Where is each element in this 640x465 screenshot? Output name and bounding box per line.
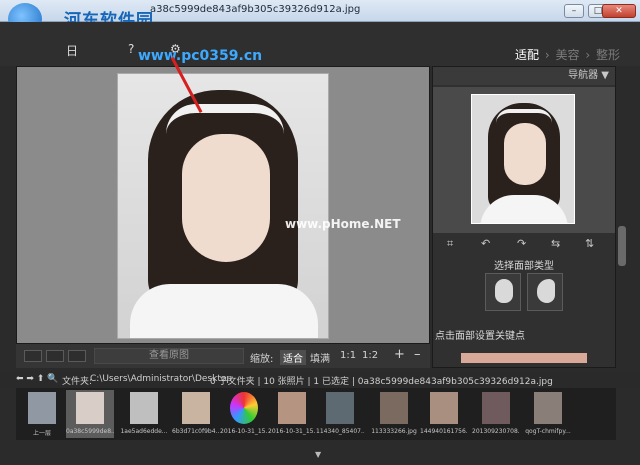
folder-up-icon [28, 392, 56, 424]
right-panel: 导航器 ▼ ⌗ ↶ ↷ ⇆ ⇅ 选择面部类型 点击面部设置关键点 [432, 66, 616, 368]
film-item[interactable]: 2016-10-31_15... [268, 390, 316, 438]
film-thumbnail [278, 392, 306, 424]
film-item[interactable]: 114340_85407... [316, 390, 364, 438]
photo-headband [166, 104, 284, 134]
head-front-icon [495, 279, 513, 303]
face-side-button[interactable] [527, 273, 563, 311]
skin-tone-bar[interactable] [461, 353, 587, 363]
film-item[interactable]: 201309230708... [472, 390, 520, 438]
face-type-label: 选择面部类型 [494, 261, 554, 272]
image-watermark: www.pHome.NET [285, 217, 401, 231]
thumb-face [504, 123, 546, 185]
film-label: 上一层 [32, 430, 51, 437]
fill-button[interactable]: 填满 [310, 350, 330, 365]
mode-separator: › [544, 48, 550, 62]
film-label: 114340_85407... [316, 428, 364, 435]
film-label: qogT-chmifpy... [525, 428, 571, 435]
film-label: 2016-10-31_15... [220, 428, 268, 435]
film-thumbnail [76, 392, 104, 424]
split-view-icon[interactable] [46, 350, 64, 362]
path-bar: ⬅ ➡ ⬆ 🔍 文件夹: C:\Users\Administrator\Desk… [0, 372, 640, 388]
mode-separator: › [585, 48, 591, 62]
film-thumbnail [326, 392, 354, 424]
rotate-right-icon[interactable]: ↷ [517, 237, 526, 250]
zoom-in-button[interactable]: + [394, 347, 405, 362]
film-thumbnail [380, 392, 408, 424]
film-label: 144940161756... [420, 428, 468, 435]
rotate-left-icon[interactable]: ↶ [481, 237, 490, 250]
film-item[interactable]: 6b3d71c0f9b4... [172, 390, 220, 438]
film-thumbnail [534, 392, 562, 424]
head-side-icon [537, 279, 555, 303]
film-item[interactable]: 2016-10-31_15... [220, 390, 268, 438]
filmstrip: 上一层 0a38c5999de8... 1ae5ad6edde... 6b3d7… [16, 388, 616, 440]
flip-vertical-icon[interactable]: ⇅ [585, 237, 594, 250]
film-item[interactable]: 1ae5ad6edde... [120, 390, 168, 438]
compare-view-icon[interactable] [68, 350, 86, 362]
film-thumbnail [482, 392, 510, 424]
thumb-headband [496, 109, 552, 123]
film-thumbnail [182, 392, 210, 424]
film-item[interactable]: 0a38c5999de8... [66, 390, 114, 438]
photo-face [182, 134, 270, 262]
zoom-out-button[interactable]: – [414, 347, 421, 362]
navigator-header[interactable]: 导航器 ▼ [433, 67, 615, 85]
navigator-thumbnail [471, 94, 575, 224]
film-thumbnail [430, 392, 458, 424]
zoom-label: 缩放: [250, 354, 274, 365]
film-item[interactable]: qogT-chmifpy... [524, 390, 572, 438]
close-button[interactable]: ✕ [602, 4, 636, 18]
film-thumbnail [130, 392, 158, 424]
film-label: 6b3d71c0f9b4... [172, 428, 220, 435]
film-item[interactable]: 113333266.jpg [370, 390, 418, 438]
view-original-button[interactable]: 查看原图 [94, 348, 244, 364]
portrait-photo[interactable] [117, 73, 329, 339]
mode-tabs: 适配 › 美容 › 整形 [513, 46, 620, 63]
tab-fit[interactable]: 适配 [515, 48, 539, 62]
click-face-label: 点击面部设置关键点 [435, 331, 525, 342]
help-icon[interactable]: ? [128, 42, 134, 56]
film-label: 0a38c5999de8... [66, 428, 114, 435]
folder-label: 文件夹: [62, 377, 93, 387]
single-view-icon[interactable] [24, 350, 42, 362]
image-viewer[interactable]: www.pHome.NET [16, 66, 430, 344]
film-thumbnail [230, 392, 258, 424]
up-folder-button[interactable]: 上一层 [18, 390, 66, 438]
panel-scrollbar[interactable] [617, 66, 627, 368]
face-front-button[interactable] [485, 273, 521, 311]
film-item[interactable]: 144940161756... [420, 390, 468, 438]
flip-horizontal-icon[interactable]: ⇆ [551, 237, 560, 250]
ratio-1-1-button[interactable]: 1:1 [340, 350, 356, 361]
minimize-button[interactable]: – [564, 4, 584, 18]
crop-icon[interactable]: ⌗ [447, 237, 453, 251]
title-bar: 河东软件园 a38c5999de843af9b305c39326d912a.jp… [0, 0, 640, 35]
ratio-1-2-button[interactable]: 1:2 [362, 350, 378, 361]
window-title: a38c5999de843af9b305c39326d912a.jpg [150, 4, 361, 15]
film-label: 2016-10-31_15... [268, 428, 316, 435]
tab-reshape[interactable]: 整形 [596, 48, 620, 62]
film-label: 1ae5ad6edde... [120, 428, 168, 435]
scrollbar-thumb[interactable] [618, 226, 626, 266]
fit-button[interactable]: 适合 [280, 350, 306, 365]
film-label: 113333266.jpg [371, 428, 417, 435]
film-label: 201309230708... [472, 428, 520, 435]
tab-beauty[interactable]: 美容 [556, 48, 580, 62]
folder-summary: 0 子文件夹 | 10 张照片 | 1 已选定 | 0a38c5999de843… [210, 377, 553, 387]
top-toolbar: 日 ? ⚙ www.pc0359.cn 适配 › 美容 › 整形 [0, 22, 640, 66]
chevron-down-icon[interactable]: ▼ [315, 450, 321, 459]
photo-shirt [130, 284, 318, 338]
edit-tools-row: ⌗ ↶ ↷ ⇆ ⇅ [433, 235, 615, 253]
nav-arrows-icon[interactable]: ⬅ ➡ ⬆ 🔍 [16, 374, 58, 384]
save-icon[interactable]: 日 [66, 42, 78, 59]
watermark-url: www.pc0359.cn [138, 48, 263, 64]
viewer-bottom-bar: 查看原图 缩放: 适合 填满 1:1 1:2 + – [16, 344, 430, 368]
navigator-preview[interactable] [433, 87, 615, 233]
